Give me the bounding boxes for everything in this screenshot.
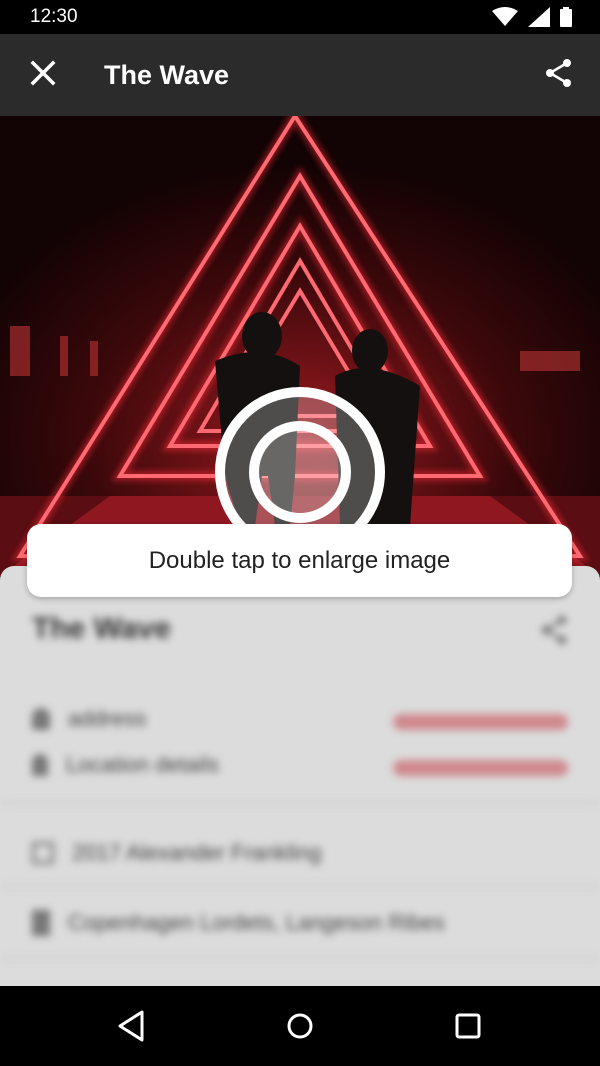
hero-photo[interactable] (0, 116, 600, 576)
status-icons (492, 7, 572, 27)
link-pill[interactable] (393, 714, 568, 730)
home-icon[interactable] (280, 1006, 320, 1046)
building-icon (32, 910, 50, 936)
app-bar: The Wave (0, 34, 600, 116)
back-icon[interactable] (112, 1006, 152, 1046)
list-item[interactable]: 2017 Alexander Frankling (32, 840, 322, 866)
signal-icon (528, 7, 550, 27)
divider (0, 886, 600, 888)
divider (0, 802, 600, 804)
list-item[interactable]: Location details (32, 752, 219, 778)
person-icon (32, 708, 50, 730)
calendar-icon (32, 842, 54, 864)
battery-icon (560, 7, 572, 27)
status-time: 12:30 (30, 6, 78, 27)
share-icon[interactable] (538, 614, 570, 646)
details-content: The Wave address Location details 2017 A… (0, 566, 600, 986)
toast-message: Double tap to enlarge image (27, 524, 572, 597)
link-pill[interactable] (393, 760, 568, 776)
list-item[interactable]: Copenhagen Lordets, Langeson Ribes (32, 910, 445, 936)
list-item-label: address (68, 706, 147, 731)
pin-icon (32, 754, 48, 776)
list-item-label: 2017 Alexander Frankling (72, 840, 322, 865)
share-icon[interactable] (542, 56, 576, 90)
details-sheet: The Wave address Location details 2017 A… (0, 566, 600, 986)
divider (0, 958, 600, 960)
page-title: The Wave (104, 60, 230, 90)
list-item-label: Location details (66, 752, 219, 777)
status-bar: 12:30 (0, 0, 600, 34)
list-item-label: Copenhagen Lordets, Langeson Ribes (68, 910, 445, 935)
details-title: The Wave (32, 612, 171, 645)
close-icon[interactable] (26, 56, 60, 90)
wifi-icon (492, 7, 518, 26)
recents-icon[interactable] (448, 1006, 488, 1046)
list-item[interactable]: address (32, 706, 146, 732)
navigation-bar (0, 986, 600, 1066)
